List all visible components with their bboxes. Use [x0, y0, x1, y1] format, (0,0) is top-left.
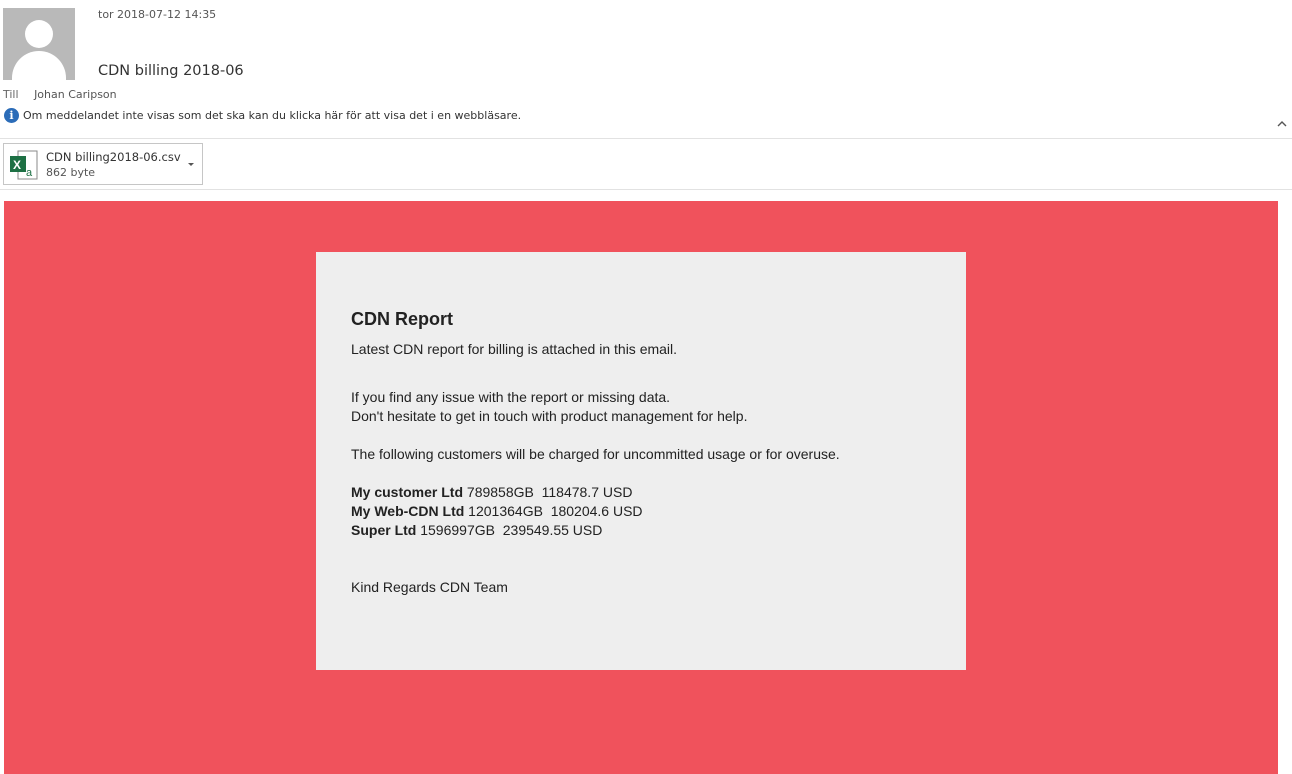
- customer-row: My customer Ltd 789858GB 118478.7 USD: [351, 483, 941, 502]
- infobar-text[interactable]: Om meddelandet inte visas som det ska ka…: [23, 109, 521, 122]
- report-title: CDN Report: [351, 309, 453, 329]
- attachment-size: 862 byte: [46, 166, 96, 179]
- customer-name: My Web-CDN Ltd: [351, 503, 465, 519]
- recipient-name[interactable]: Johan Caripson: [34, 88, 117, 101]
- attachment-card[interactable]: X a CDN billing2018-06.csv 862 byte: [3, 143, 203, 185]
- message-subject: CDN billing 2018-06: [98, 63, 244, 79]
- signoff-text: Kind Regards CDN Team: [351, 579, 508, 595]
- issue-text-line2: Don't hesitate to get in touch with prod…: [351, 408, 748, 424]
- svg-text:a: a: [26, 167, 33, 179]
- attachment-filename: CDN billing2018-06.csv: [46, 150, 181, 164]
- email-body: CDN Report Latest CDN report for billing…: [4, 201, 1278, 774]
- chevron-up-icon[interactable]: [1276, 118, 1288, 130]
- info-icon: i: [4, 108, 19, 123]
- report-card: CDN Report Latest CDN report for billing…: [316, 252, 966, 670]
- attachment-divider: [0, 189, 1292, 190]
- avatar-head-shape: [25, 20, 53, 48]
- avatar-body-shape: [12, 51, 66, 80]
- charge-text: The following customers will be charged …: [351, 446, 840, 462]
- customer-usage: 1596997GB 239549.55 USD: [416, 522, 603, 538]
- customer-row: My Web-CDN Ltd 1201364GB 180204.6 USD: [351, 502, 941, 521]
- customer-usage: 1201364GB 180204.6 USD: [464, 503, 643, 519]
- customer-usage: 789858GB 118478.7 USD: [463, 484, 633, 500]
- to-label: Till: [3, 88, 19, 101]
- customer-row: Super Ltd 1596997GB 239549.55 USD: [351, 521, 941, 540]
- browser-view-infobar[interactable]: i Om meddelandet inte visas som det ska …: [4, 108, 521, 123]
- recipient-row: Till Johan Caripson: [3, 88, 117, 101]
- svg-text:X: X: [13, 158, 21, 172]
- excel-csv-icon: X a: [10, 150, 38, 180]
- customer-name: Super Ltd: [351, 522, 417, 538]
- issue-text-line1: If you find any issue with the report or…: [351, 389, 671, 405]
- dropdown-arrow-icon[interactable]: [187, 160, 195, 168]
- intro-text: Latest CDN report for billing is attache…: [351, 341, 678, 357]
- header-divider: [0, 138, 1292, 139]
- customer-name: My customer Ltd: [351, 484, 464, 500]
- report-content: CDN Report Latest CDN report for billing…: [351, 308, 941, 597]
- sender-avatar[interactable]: [3, 8, 75, 80]
- message-datetime: tor 2018-07-12 14:35: [98, 8, 217, 21]
